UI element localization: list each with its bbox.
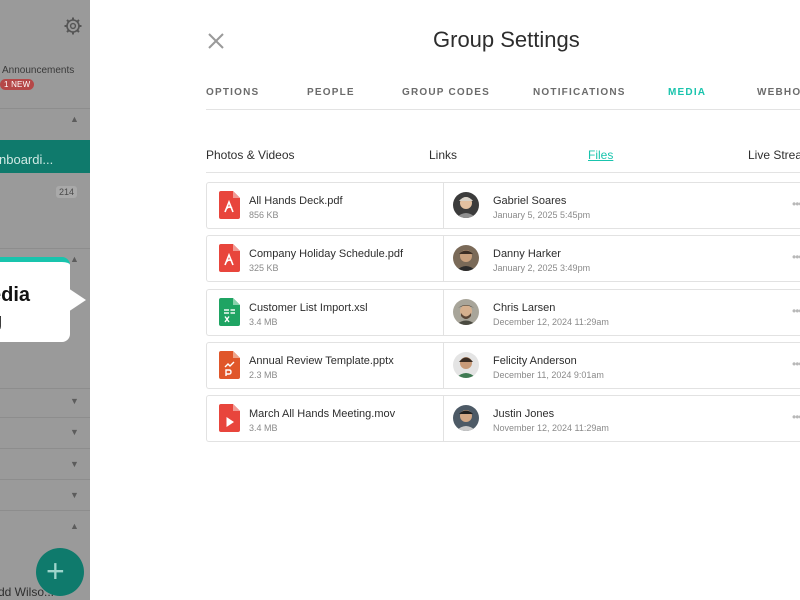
chevron-up-icon[interactable]: ▲ [70, 114, 79, 124]
tooltip-text: edia g [0, 284, 31, 332]
divider [0, 417, 90, 418]
file-name: Company Holiday Schedule.pdf [249, 248, 404, 260]
row-divider [443, 343, 444, 388]
subtab-links[interactable]: Links [429, 148, 457, 162]
chevron-down-icon[interactable]: ▼ [70, 490, 79, 500]
upload-date: November 12, 2024 11:29am [493, 423, 609, 433]
video-file-icon [219, 404, 240, 432]
upload-date: December 12, 2024 11:29am [493, 317, 609, 327]
file-row[interactable]: Annual Review Template.pptx 2.3 MB Felic… [206, 342, 800, 389]
divider [0, 510, 90, 511]
divider [0, 479, 90, 480]
page-title: Group Settings [433, 27, 580, 52]
file-size: 856 KB [249, 210, 279, 220]
chevron-up-icon[interactable]: ▲ [70, 521, 79, 531]
tab-webhooks[interactable]: WEBHOO [757, 87, 800, 98]
file-size: 2.3 MB [249, 370, 278, 380]
file-row[interactable]: Company Holiday Schedule.pdf 325 KB Dann… [206, 235, 800, 282]
gear-icon[interactable] [63, 16, 83, 36]
tab-media[interactable]: MEDIA [668, 87, 706, 98]
upload-date: January 5, 2025 5:45pm [493, 210, 591, 220]
file-size: 325 KB [249, 263, 279, 273]
sidebar-item-label: nboardi... [0, 152, 54, 167]
presentation-file-icon [219, 351, 240, 379]
avatar [453, 299, 479, 325]
more-options-icon[interactable]: ••• [792, 250, 800, 264]
row-divider [443, 183, 444, 228]
tab-options[interactable]: OPTIONS [206, 87, 259, 98]
new-badge: 1 NEW [0, 79, 35, 90]
tab-group-codes[interactable]: GROUP CODES [402, 87, 490, 98]
tab-people[interactable]: PEOPLE [307, 87, 355, 98]
row-divider [443, 290, 444, 335]
file-name: Customer List Import.xsl [249, 302, 368, 314]
uploader-name: Felicity Anderson [493, 355, 577, 367]
chevron-down-icon[interactable]: ▼ [70, 459, 79, 469]
more-options-icon[interactable]: ••• [792, 197, 800, 211]
file-row[interactable]: March All Hands Meeting.mov 3.4 MB Justi… [206, 395, 800, 442]
chevron-down-icon[interactable]: ▼ [70, 396, 79, 406]
upload-date: December 11, 2024 9:01am [493, 370, 604, 380]
subtab-photos-videos[interactable]: Photos & Videos [206, 148, 295, 162]
tooltip-arrow [68, 288, 86, 312]
avatar [453, 352, 479, 378]
count-badge: 214 [56, 186, 78, 198]
divider [0, 448, 90, 449]
sidebar-group-name[interactable]: Announcements [2, 65, 74, 76]
file-row[interactable]: Customer List Import.xsl 3.4 MB Chris La… [206, 289, 800, 336]
avatar [453, 245, 479, 271]
file-row[interactable]: All Hands Deck.pdf 856 KB Gabriel Soares… [206, 182, 800, 229]
row-divider [443, 236, 444, 281]
plus-icon: + [46, 553, 65, 589]
avatar [453, 192, 479, 218]
uploader-name: Danny Harker [493, 248, 561, 260]
divider [0, 108, 90, 109]
tabs-divider [206, 109, 800, 110]
chevron-up-icon[interactable]: ▲ [70, 254, 79, 264]
file-size: 3.4 MB [249, 317, 278, 327]
chevron-down-icon[interactable]: ▼ [70, 427, 79, 437]
tab-notifications[interactable]: NOTIFICATIONS [533, 87, 626, 98]
subtab-live-stream[interactable]: Live Strea [748, 148, 800, 162]
file-size: 3.4 MB [249, 423, 278, 433]
more-options-icon[interactable]: ••• [792, 357, 800, 371]
more-options-icon[interactable]: ••• [792, 410, 800, 424]
subtab-files[interactable]: Files [588, 148, 613, 162]
pdf-file-icon [219, 191, 240, 219]
uploader-name: Gabriel Soares [493, 195, 567, 207]
divider [0, 248, 90, 249]
uploader-name: Chris Larsen [493, 302, 556, 314]
file-name: All Hands Deck.pdf [249, 195, 343, 207]
file-name: March All Hands Meeting.mov [249, 408, 396, 420]
upload-date: January 2, 2025 3:49pm [493, 263, 591, 273]
file-name: Annual Review Template.pptx [249, 355, 394, 367]
divider [0, 388, 90, 389]
row-divider [443, 396, 444, 441]
subtabs-divider [206, 172, 800, 173]
spreadsheet-file-icon [219, 298, 240, 326]
avatar [453, 405, 479, 431]
onboarding-tooltip: edia g [0, 257, 70, 342]
current-user-name[interactable]: dd Wilso... [0, 585, 54, 599]
close-icon[interactable] [205, 30, 227, 52]
uploader-name: Justin Jones [493, 408, 555, 420]
pdf-file-icon [219, 244, 240, 272]
more-options-icon[interactable]: ••• [792, 304, 800, 318]
